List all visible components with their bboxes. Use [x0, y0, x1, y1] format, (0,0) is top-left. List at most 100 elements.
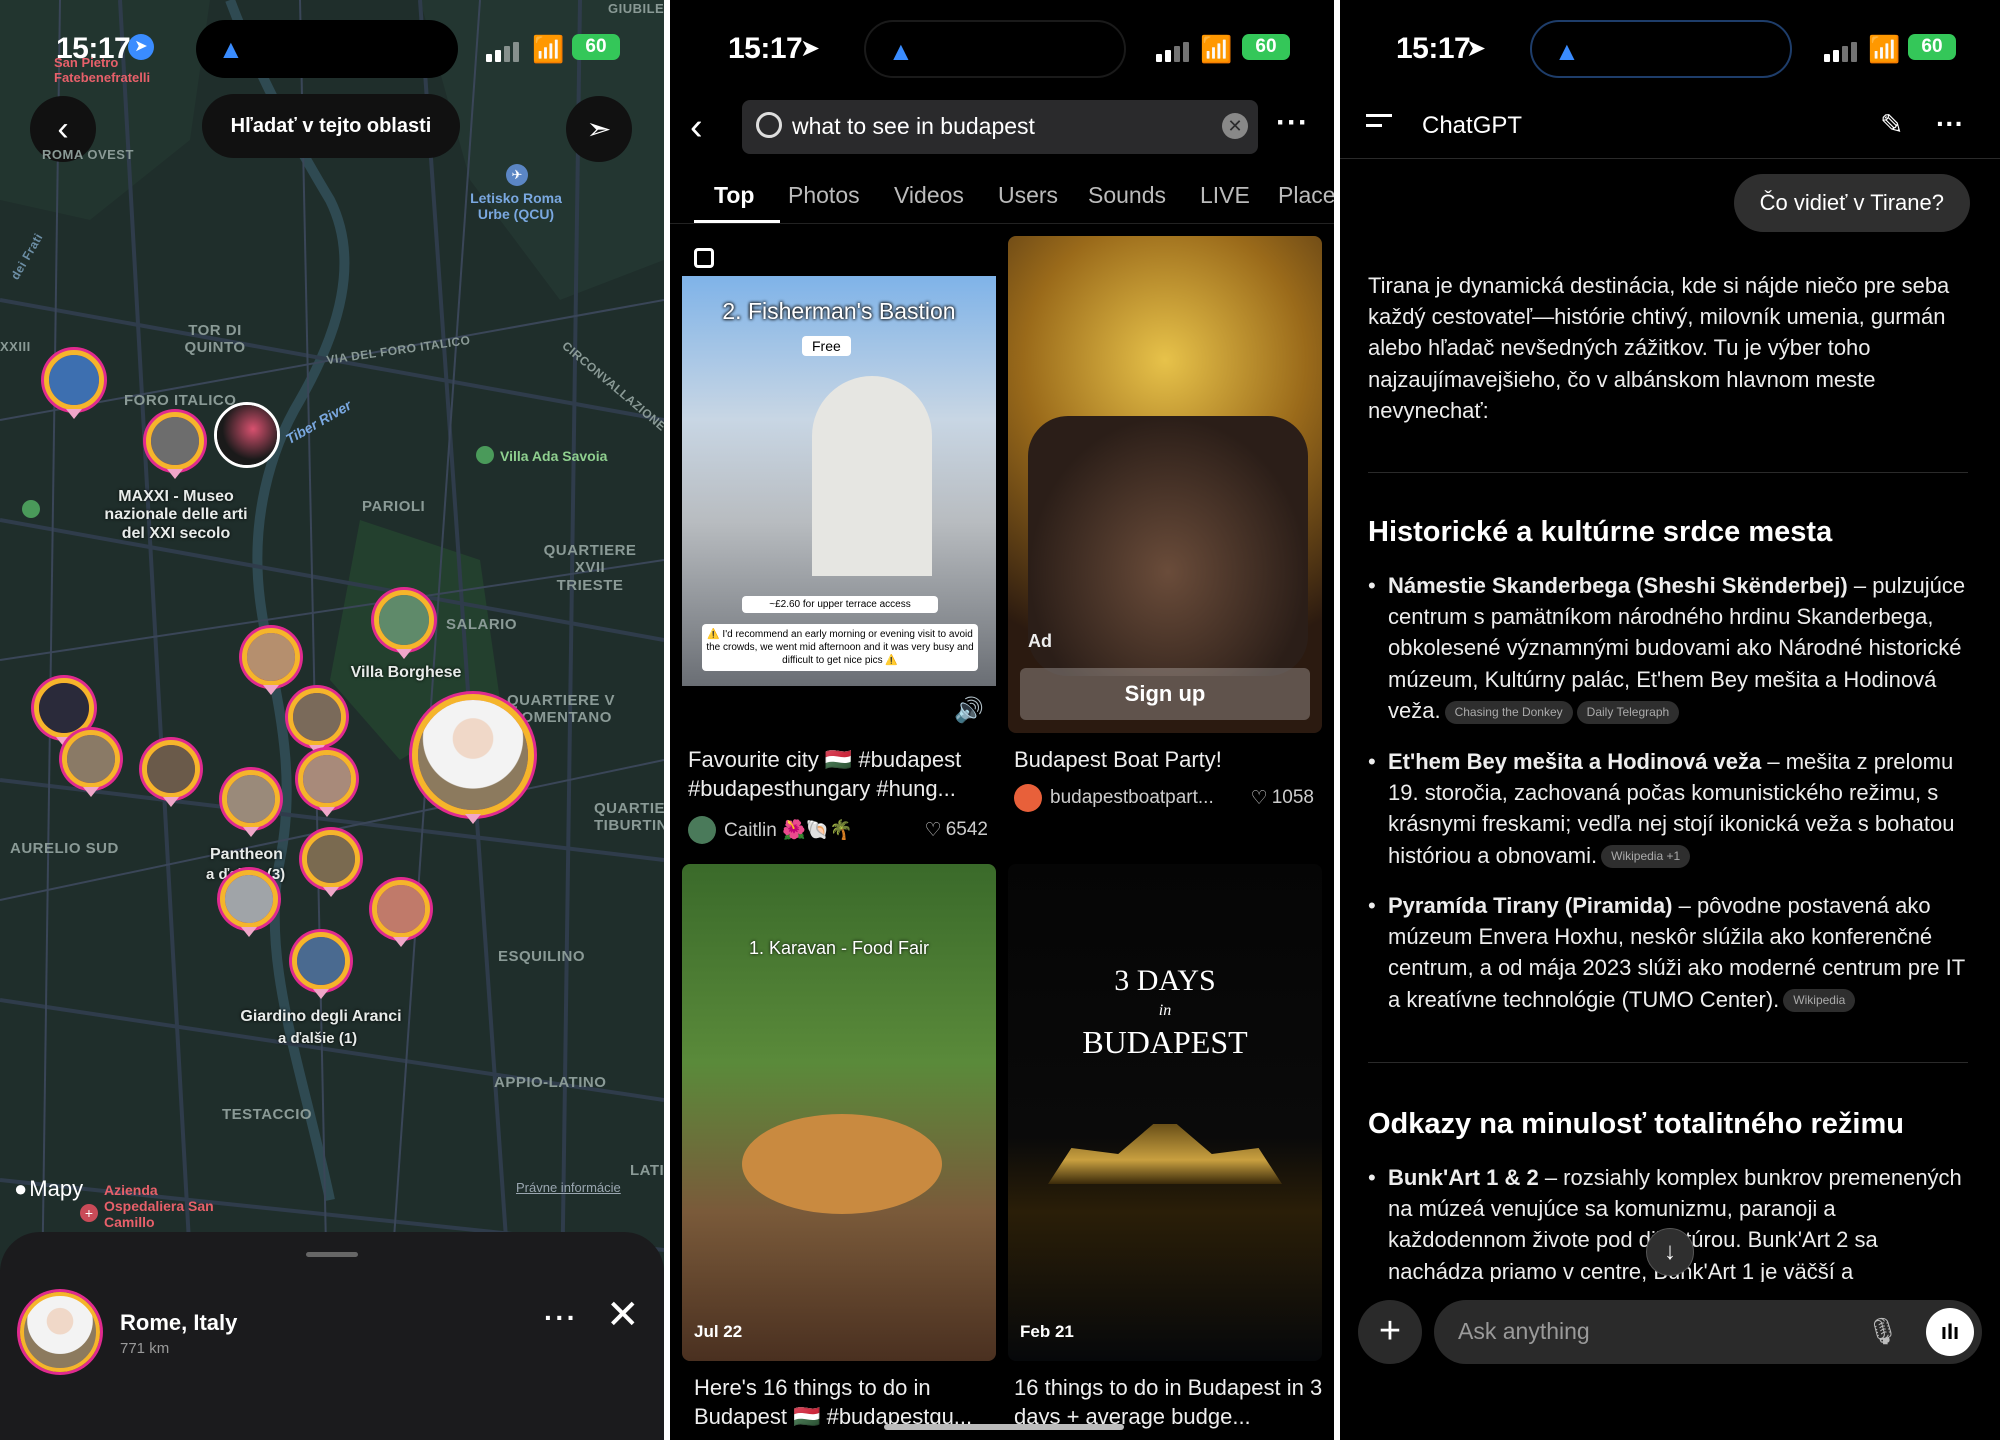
sheet-grabber[interactable] [306, 1252, 358, 1257]
place-sheet[interactable]: Rome, Italy 771 km ··· ✕ [0, 1232, 664, 1440]
map-area-label: LATI [630, 1162, 664, 1179]
tab-photos[interactable]: Photos [788, 182, 860, 209]
map-poi-museum[interactable]: MAXXI - Museo nazionale delle arti del X… [98, 488, 254, 543]
map-poi-park[interactable]: Villa Borghese [346, 664, 466, 682]
map-poi-pantheon[interactable]: Pantheon [210, 846, 283, 864]
map-photo-pin[interactable] [372, 880, 430, 938]
author-name[interactable]: Caitlin 🌺🐚🌴 [724, 818, 853, 842]
map-selected-pin[interactable] [412, 694, 534, 816]
status-time: 15:17 [1396, 32, 1471, 65]
more-options-button[interactable]: ··· [544, 1302, 578, 1334]
ad-label: Ad [1028, 631, 1052, 651]
card-caption[interactable]: Budapest Boat Party! [1014, 746, 1328, 775]
map-photo-pin[interactable] [214, 402, 280, 468]
attach-button[interactable]: + [1358, 1300, 1422, 1364]
tab-videos[interactable]: Videos [894, 182, 964, 209]
status-bar: 15:17 ➤ ▲ 📶 60 [670, 0, 1334, 96]
card-overlay-title: 3 DAYS [1114, 964, 1216, 997]
map-photo-pin[interactable] [62, 730, 120, 788]
author-name[interactable]: budapestboatpart... [1050, 787, 1214, 809]
card-caption[interactable]: 16 things to do in Budapest in 3 days + … [1014, 1374, 1328, 1431]
map-poi-garden[interactable]: Giardino degli Aranci [234, 1008, 408, 1026]
scroll-down-button[interactable]: ↓ [1646, 1228, 1694, 1276]
author-avatar[interactable] [1014, 784, 1042, 812]
burger-shape [742, 1114, 942, 1214]
result-card[interactable]: Ad Sign up [1008, 236, 1322, 733]
search-input[interactable]: what to see in budapest [792, 113, 1035, 140]
clear-search-button[interactable]: ✕ [1222, 113, 1248, 139]
map-poi-hospital[interactable]: Azienda Ospedaliera San Camillo [104, 1182, 214, 1230]
map-photo-pin[interactable] [222, 770, 280, 828]
map-photo-pin[interactable] [146, 412, 204, 470]
sign-up-button[interactable]: Sign up [1020, 668, 1310, 720]
likes: ♡ 1058 [1250, 787, 1314, 809]
map-poi-hospital[interactable]: San Pietro Fatebenefratelli [54, 55, 194, 86]
tab-live[interactable]: LIVE [1200, 182, 1250, 209]
map-area-label: PARIOLI [362, 498, 426, 515]
new-chat-button[interactable]: ✎ [1880, 108, 1903, 141]
tab-places[interactable]: Places [1278, 182, 1334, 209]
map-poi-more[interactable]: a ďalšie (1) [278, 1030, 357, 1047]
voice-mode-button[interactable]: ıIı [1926, 1308, 1974, 1356]
more-options-button[interactable]: ··· [1936, 108, 1964, 140]
author-avatar[interactable] [688, 816, 716, 844]
map-photo-pin[interactable] [288, 688, 346, 746]
card-meta: Caitlin 🌺🐚🌴 ♡ 6542 [688, 816, 988, 844]
section-divider [1368, 1062, 1968, 1063]
map-photo-pin[interactable] [302, 830, 360, 888]
sidebar-menu-button[interactable] [1366, 114, 1392, 127]
sound-icon: 🔊 [954, 697, 984, 724]
search-this-area-button[interactable]: Hľadať v tejto oblasti [202, 94, 460, 158]
source-chip[interactable]: Daily Telegraph [1576, 700, 1680, 724]
map-area-label: QUARTIERE XVII TRIESTE [543, 542, 637, 594]
back-button[interactable]: ‹ [690, 106, 703, 149]
ellipsis-icon: ··· [1936, 108, 1964, 139]
card-caption[interactable]: Here's 16 things to do in Budapest 🇭🇺 #b… [694, 1374, 1008, 1431]
card-note: ~£2.60 for upper terrace access [742, 596, 938, 613]
map-photo-pin[interactable] [44, 350, 104, 410]
result-card[interactable]: 3 DAYS in BUDAPEST Feb 21 [1008, 864, 1322, 1361]
section-heading: Historické a kultúrne srdce mesta [1368, 516, 1833, 548]
result-card[interactable]: 2. Fisherman's Bastion Free ~£2.60 for u… [682, 236, 996, 733]
user-message: Čo vidieť v Tirane? [1733, 174, 1970, 232]
more-options-button[interactable]: ··· [1276, 106, 1309, 140]
card-date: Jul 22 [694, 1322, 743, 1341]
map-photo-pin[interactable] [34, 678, 94, 738]
card-caption[interactable]: Favourite city 🇭🇺 #budapest #budapesthun… [688, 746, 1002, 803]
result-card[interactable]: 1. Karavan - Food Fair Jul 22 [682, 864, 996, 1361]
map-photo-pin[interactable] [220, 870, 278, 928]
tab-top[interactable]: Top [714, 182, 754, 209]
chevron-left-icon: ‹ [690, 106, 703, 148]
plus-icon: + [1378, 1310, 1402, 1352]
waveform-icon: ıIı [1940, 1319, 1960, 1344]
ellipsis-icon: ··· [544, 1302, 578, 1333]
maps-nav-icon: ▲ [1554, 36, 1580, 66]
microphone-icon[interactable]: 🎙 [1866, 1316, 1899, 1347]
battery-indicator: 60 [572, 34, 620, 60]
close-button[interactable]: ✕ [606, 1292, 640, 1338]
map-photo-pin[interactable] [298, 750, 356, 808]
map-photo-pin[interactable] [242, 628, 300, 686]
legal-link[interactable]: Právne informácie [516, 1180, 621, 1195]
map-poi-airport[interactable]: Letisko Roma Urbe (QCU) [466, 190, 566, 222]
source-chip[interactable]: Wikipedia +1 [1601, 845, 1691, 869]
map-area-label: ESQUILINO [498, 948, 586, 965]
compose-icon: ✎ [1880, 109, 1904, 140]
tab-users[interactable]: Users [998, 182, 1058, 209]
source-chip[interactable]: Chasing the Donkey [1444, 700, 1573, 724]
bastion-tower-shape [812, 376, 932, 576]
map-photo-pin[interactable] [142, 740, 200, 798]
map-photo-pin[interactable] [374, 590, 434, 650]
chat-input[interactable]: Ask anything 🎙 ıIı [1434, 1300, 1982, 1364]
home-indicator[interactable] [884, 1424, 1124, 1430]
locate-button[interactable]: ➣ [566, 96, 632, 162]
map-photo-pin[interactable] [292, 932, 350, 990]
map-poi-park[interactable]: Villa Ada Savoia [500, 448, 607, 464]
search-tabs: Top Photos Videos Users Sounds LIVE Plac… [670, 176, 1334, 224]
search-field[interactable]: what to see in budapest ✕ [742, 100, 1258, 154]
card-date: Feb 21 [1020, 1322, 1074, 1341]
map-area-label: GIUBILE [608, 1, 664, 16]
chatgpt-panel: 15:17 ➤ ▲ 📶 60 ChatGPT ✎ ··· Čo vidieť v… [1340, 0, 2000, 1440]
source-chip[interactable]: Wikipedia [1783, 989, 1856, 1013]
tab-sounds[interactable]: Sounds [1088, 182, 1166, 209]
